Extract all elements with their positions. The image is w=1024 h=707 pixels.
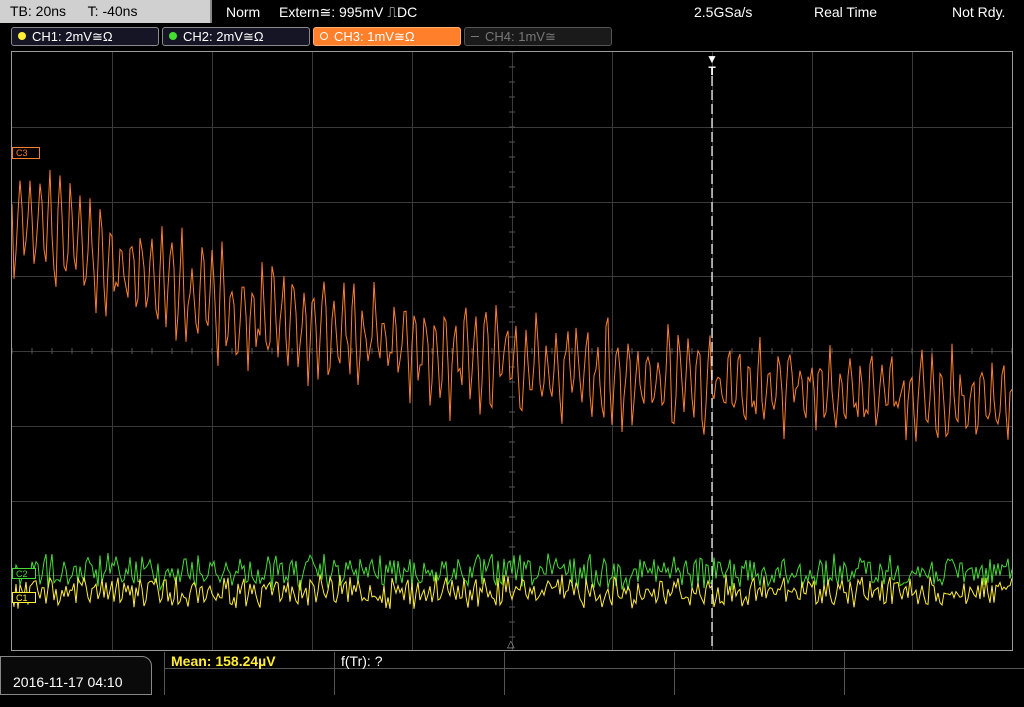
- waveform-display[interactable]: C3 C2 C1 ▼ T △: [11, 51, 1013, 651]
- channel-1-dot-icon: [18, 32, 26, 40]
- measurement-4-cell[interactable]: [674, 652, 844, 695]
- trigger-mode[interactable]: Norm: [226, 0, 260, 24]
- trigger-marker[interactable]: ▼ T: [705, 53, 719, 77]
- measurement-1-cell[interactable]: Mean: 158.24µV: [164, 652, 334, 695]
- channel-2-label: CH2: 2mV≅Ω: [183, 29, 264, 44]
- measurement-2-cell[interactable]: f(Tr): ?: [334, 652, 504, 695]
- channel-2-offset-marker[interactable]: C2: [12, 568, 36, 579]
- measurement-5-cell[interactable]: [844, 652, 1024, 695]
- footer-bar: 2016-11-17 04:10 Mean: 158.24µV f(Tr): ?: [0, 652, 1024, 695]
- channel-2-dot-icon: [169, 32, 177, 40]
- measurement-divider: [675, 668, 844, 669]
- channel-4-off-icon: [471, 36, 479, 37]
- datetime-panel: 2016-11-17 04:10: [0, 656, 152, 695]
- channel-1-offset-marker[interactable]: C1: [12, 592, 36, 603]
- measurement-divider: [505, 668, 674, 669]
- timebase-panel[interactable]: TB: 20ns T: -40ns: [0, 0, 212, 23]
- channel-4-chip[interactable]: CH4: 1mV≅: [464, 27, 612, 46]
- grid: [12, 52, 1012, 650]
- trigger-marker-label: T: [708, 64, 716, 78]
- measurement-3-cell[interactable]: [504, 652, 674, 695]
- channel-1-marker-label: C1: [16, 593, 28, 603]
- status-bar: TB: 20ns T: -40ns Norm Extern≅: 995mV ⎍D…: [0, 0, 1024, 24]
- channel-1-chip[interactable]: CH1: 2mV≅Ω: [11, 27, 159, 46]
- acquisition-mode: Real Time: [814, 4, 878, 20]
- channel-2-chip[interactable]: CH2: 2mV≅Ω: [162, 27, 310, 46]
- channel-3-chip[interactable]: CH3: 1mV≅Ω: [313, 27, 461, 46]
- channel-bar: CH1: 2mV≅Ω CH2: 2mV≅Ω CH3: 1mV≅Ω CH4: 1m…: [0, 25, 1024, 49]
- datetime-value: 2016-11-17 04:10: [13, 674, 123, 690]
- channel-3-label: CH3: 1mV≅Ω: [334, 29, 415, 44]
- measurement-divider: [845, 668, 1024, 669]
- channel-2-marker-label: C2: [16, 569, 28, 579]
- channel-1-label: CH1: 2mV≅Ω: [32, 29, 113, 44]
- measurement-2-value: f(Tr): ?: [341, 653, 383, 669]
- channel-3-marker-label: C3: [16, 148, 28, 158]
- waveform-canvas: [12, 52, 1012, 650]
- timebase-value: TB: 20ns: [10, 3, 67, 19]
- channel-3-offset-marker[interactable]: C3: [12, 147, 40, 159]
- measurement-1-value: Mean: 158.24µV: [171, 653, 276, 669]
- trigger-time-value: T: -40ns: [87, 3, 138, 19]
- center-marker-icon: △: [507, 639, 515, 650]
- acquisition-status: Not Rdy.: [952, 4, 1006, 20]
- trigger-source[interactable]: Extern≅: 995mV ⎍DC: [279, 0, 417, 24]
- channel-4-label: CH4: 1mV≅: [485, 29, 556, 44]
- channel-3-dot-icon: [320, 32, 328, 40]
- sample-rate: 2.5GSa/s: [694, 4, 753, 20]
